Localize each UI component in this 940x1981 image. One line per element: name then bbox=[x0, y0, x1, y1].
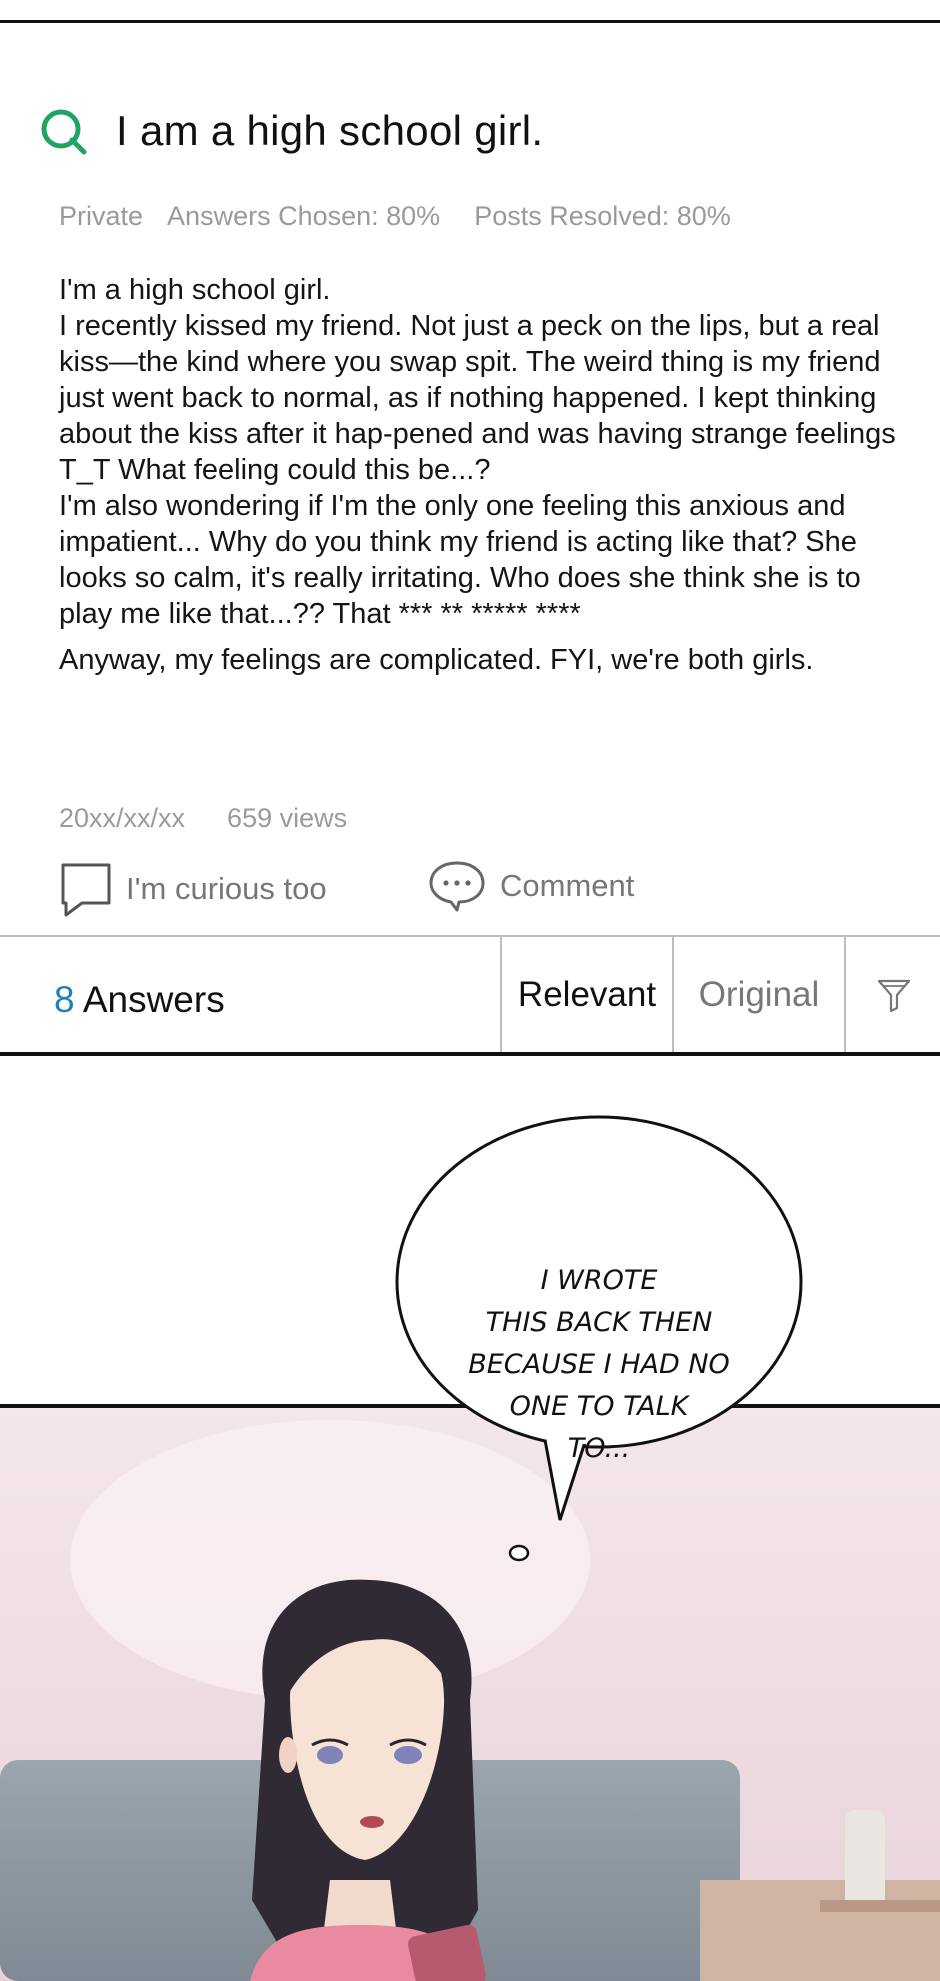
bottle bbox=[845, 1810, 885, 1910]
comic-illustration: I WROTE THIS BACK THEN BECAUSE I HAD NO … bbox=[0, 1056, 940, 1981]
answers-label: Answers bbox=[82, 979, 225, 1020]
question-actions: I'm curious too Comment bbox=[60, 860, 860, 920]
question-title: I am a high school girl. bbox=[116, 107, 544, 154]
post-info: 20xx/xx/xx 659 views bbox=[59, 803, 347, 834]
curious-speech-icon bbox=[61, 863, 111, 917]
comment-label: Comment bbox=[500, 868, 635, 903]
body-paragraph: I'm a high school girl. bbox=[59, 274, 331, 306]
speech-line: TO... bbox=[568, 1433, 630, 1464]
comic-panel: I WROTE THIS BACK THEN BECAUSE I HAD NO … bbox=[0, 1056, 940, 1981]
body-paragraph: I recently kissed my friend. Not just a … bbox=[59, 310, 896, 486]
posts-resolved-stat: Posts Resolved: 80% bbox=[474, 201, 731, 231]
post-date: 20xx/xx/xx bbox=[59, 803, 186, 833]
question-header: I am a high school girl. bbox=[38, 106, 543, 156]
view-count: 659 views bbox=[227, 803, 348, 833]
top-divider bbox=[0, 20, 940, 23]
comment-button[interactable]: Comment bbox=[428, 860, 634, 912]
filter-icon bbox=[877, 979, 911, 1012]
sort-relevant-tab[interactable]: Relevant bbox=[500, 937, 672, 1052]
answers-count: 8 Answers bbox=[54, 979, 225, 1021]
q-icon bbox=[41, 109, 87, 155]
speech-line: I WROTE bbox=[541, 1265, 658, 1296]
answers-chosen-stat: Answers Chosen: 80% bbox=[167, 201, 441, 231]
question-body: I'm a high school girl. I recently kisse… bbox=[59, 272, 899, 678]
body-paragraph: I'm also wondering if I'm the only one f… bbox=[59, 490, 861, 630]
curious-too-label: I'm curious too bbox=[126, 871, 327, 906]
privacy-label: Private bbox=[59, 201, 144, 231]
filter-button[interactable] bbox=[844, 937, 940, 1052]
speech-line: THIS BACK THEN bbox=[486, 1307, 713, 1338]
question-meta: Private Answers Chosen: 80% Posts Resolv… bbox=[59, 201, 755, 232]
curious-too-button[interactable]: I'm curious too bbox=[60, 860, 327, 918]
sort-original-tab[interactable]: Original bbox=[672, 937, 844, 1052]
speech-line: BECAUSE I HAD NO bbox=[468, 1349, 730, 1380]
webtoon-panel: I am a high school girl. Private Answers… bbox=[0, 0, 940, 1981]
comment-bubble-icon bbox=[429, 861, 485, 912]
answers-bar: 8 Answers Relevant Original bbox=[0, 935, 940, 1056]
speech-line: ONE TO TALK bbox=[510, 1391, 691, 1422]
answers-number: 8 bbox=[54, 979, 75, 1020]
body-paragraph: Anyway, my feelings are complicated. FYI… bbox=[59, 644, 814, 676]
